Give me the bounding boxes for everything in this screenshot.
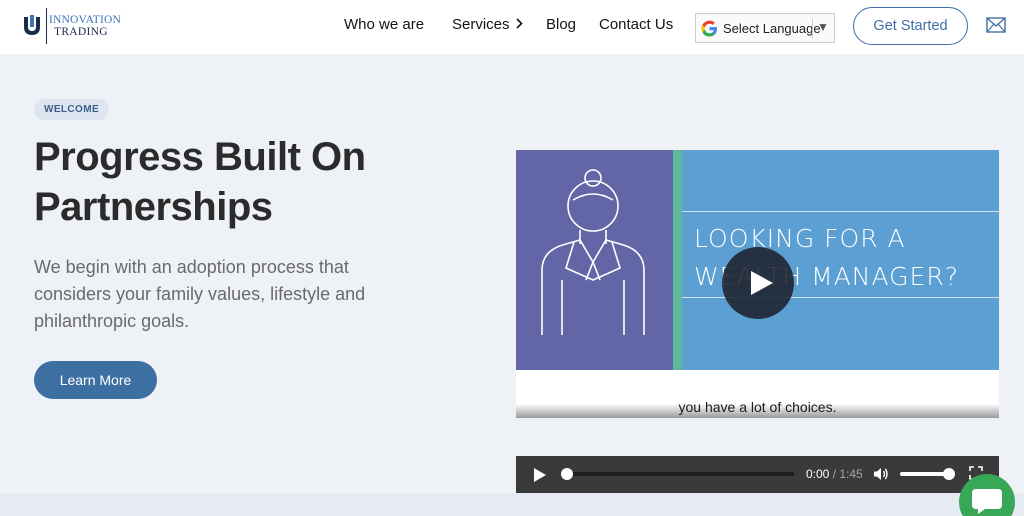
site-logo[interactable]: INNOVATION TRADING <box>22 8 121 44</box>
control-play-icon[interactable] <box>534 468 546 482</box>
dropdown-arrow-icon: ▼ <box>817 20 829 34</box>
language-select[interactable]: Select Language ▼ <box>695 13 835 43</box>
logo-line-2: TRADING <box>54 26 108 38</box>
language-select-divider <box>812 19 813 38</box>
video-duration: 1:45 <box>839 467 863 481</box>
site-header: INNOVATION TRADING Who we are Services B… <box>0 0 1024 54</box>
volume-slider-knob[interactable] <box>943 468 955 480</box>
nav-who-we-are[interactable]: Who we are <box>344 16 424 33</box>
chat-button[interactable] <box>959 474 1015 516</box>
video-progress-knob[interactable] <box>561 468 573 480</box>
video-green-stripe <box>673 150 682 370</box>
nav-contact-us[interactable]: Contact Us <box>599 16 673 33</box>
language-select-label: Select Language <box>723 20 821 36</box>
video-time: 0:00 / 1:45 <box>806 467 863 481</box>
video-progress-bar[interactable] <box>568 472 794 476</box>
logo-mark-icon <box>22 13 42 39</box>
nav-who-we-are-label: Who we are <box>344 16 425 33</box>
chevron-right-icon <box>515 17 523 32</box>
video-controls: 0:00 / 1:45 <box>516 456 999 493</box>
hero-subtitle: We begin with an adoption process that c… <box>34 257 366 331</box>
play-icon <box>751 271 773 295</box>
logo-text: INNOVATION TRADING <box>49 14 121 38</box>
google-g-icon <box>700 19 718 37</box>
nav-services-label: Services <box>452 16 510 33</box>
video-play-button[interactable] <box>722 247 794 319</box>
video-caption: you have a lot of choices. <box>678 399 837 415</box>
nav-blog[interactable]: Blog <box>546 16 576 33</box>
get-started-button[interactable]: Get Started <box>853 7 968 45</box>
video-player[interactable]: LOOKING FOR A WEALTH MANAGER? you have a… <box>516 150 999 418</box>
video-purple-panel <box>516 150 673 370</box>
nav-services[interactable]: Services <box>452 16 523 33</box>
logo-divider <box>46 8 47 44</box>
chat-bubble-icon <box>972 489 1002 514</box>
video-time-separator: / <box>829 467 840 481</box>
volume-slider[interactable] <box>900 472 948 476</box>
hero-title: Progress Built On Partnerships <box>34 132 454 232</box>
nav-blog-label: Blog <box>546 16 577 33</box>
learn-more-button[interactable]: Learn More <box>34 361 157 399</box>
nav-contact-us-label: Contact Us <box>599 16 674 33</box>
video-current-time: 0:00 <box>806 467 830 481</box>
logo-line-1: INNOVATION <box>49 14 122 26</box>
volume-icon[interactable] <box>873 466 889 482</box>
hero-title-line-2: Partnerships <box>34 185 273 229</box>
next-section-band <box>0 493 1024 516</box>
welcome-badge: WELCOME <box>34 99 110 120</box>
advisor-illustration-icon <box>541 169 645 335</box>
video-rule-top <box>682 211 999 212</box>
hero-title-line-1: Progress Built On <box>34 135 366 179</box>
envelope-icon[interactable] <box>986 17 1006 33</box>
